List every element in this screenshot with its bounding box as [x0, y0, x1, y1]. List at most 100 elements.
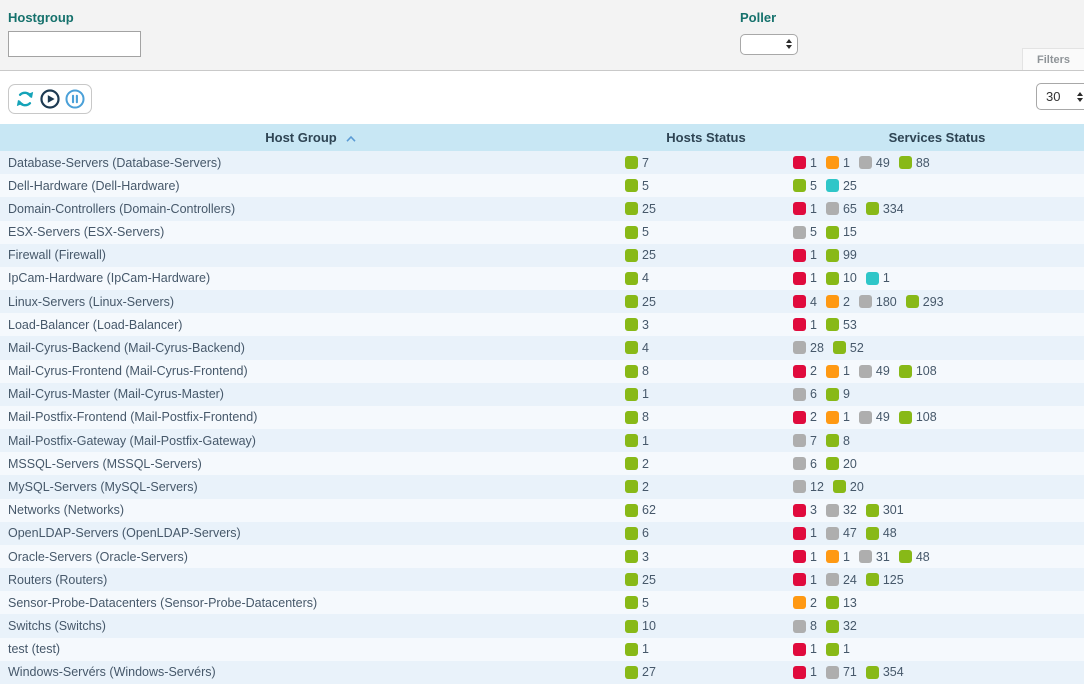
status-critical[interactable]: 1	[793, 642, 817, 656]
hostgroup-name[interactable]: Dell-Hardware (Dell-Hardware)	[0, 174, 622, 197]
status-ok[interactable]: 4	[625, 341, 649, 355]
status-ok[interactable]: 88	[899, 156, 930, 170]
status-ok[interactable]: 25	[625, 202, 656, 216]
poller-select[interactable]	[740, 34, 798, 55]
hostgroup-name[interactable]: Switchs (Switchs)	[0, 614, 622, 637]
hostgroup-name[interactable]: Mail-Postfix-Gateway (Mail-Postfix-Gatew…	[0, 429, 622, 452]
hostgroup-name[interactable]: Mail-Cyrus-Frontend (Mail-Cyrus-Frontend…	[0, 360, 622, 383]
status-critical[interactable]: 2	[793, 364, 817, 378]
status-ok[interactable]: 301	[866, 503, 904, 517]
status-critical[interactable]: 3	[793, 503, 817, 517]
status-ok[interactable]: 5	[625, 225, 649, 239]
status-ok[interactable]: 1	[625, 387, 649, 401]
status-ok[interactable]: 48	[899, 550, 930, 564]
play-icon[interactable]	[39, 88, 61, 110]
status-warning[interactable]: 2	[826, 295, 850, 309]
status-ok[interactable]: 1	[625, 642, 649, 656]
status-ok[interactable]: 10	[826, 271, 857, 285]
status-warning[interactable]: 1	[826, 410, 850, 424]
status-ok[interactable]: 334	[866, 202, 904, 216]
status-pending[interactable]: 25	[826, 179, 857, 193]
status-unknown[interactable]: 24	[826, 573, 857, 587]
hostgroup-input[interactable]	[8, 31, 141, 57]
status-ok[interactable]: 6	[625, 526, 649, 540]
status-unknown[interactable]: 6	[793, 387, 817, 401]
hostgroup-name[interactable]: ESX-Servers (ESX-Servers)	[0, 221, 622, 244]
status-ok[interactable]: 27	[625, 665, 656, 679]
status-ok[interactable]: 108	[899, 410, 937, 424]
status-ok[interactable]: 32	[826, 619, 857, 633]
status-ok[interactable]: 1	[625, 434, 649, 448]
filters-tab[interactable]: Filters	[1022, 48, 1084, 70]
status-unknown[interactable]: 31	[859, 550, 890, 564]
hostgroup-name[interactable]: Firewall (Firewall)	[0, 244, 622, 267]
status-ok[interactable]: 99	[826, 248, 857, 262]
status-unknown[interactable]: 49	[859, 364, 890, 378]
status-unknown[interactable]: 5	[793, 225, 817, 239]
status-critical[interactable]: 1	[793, 202, 817, 216]
refresh-icon[interactable]	[14, 88, 36, 110]
status-ok[interactable]: 5	[793, 179, 817, 193]
status-warning[interactable]: 1	[826, 550, 850, 564]
hostgroup-name[interactable]: MSSQL-Servers (MSSQL-Servers)	[0, 452, 622, 475]
status-unknown[interactable]: 7	[793, 434, 817, 448]
status-ok[interactable]: 108	[899, 364, 937, 378]
hostgroup-name[interactable]: MySQL-Servers (MySQL-Servers)	[0, 475, 622, 498]
status-ok[interactable]: 8	[625, 364, 649, 378]
status-ok[interactable]: 2	[625, 480, 649, 494]
hostgroup-name[interactable]: Oracle-Servers (Oracle-Servers)	[0, 545, 622, 568]
column-header-services-status[interactable]: Services Status	[790, 124, 1084, 151]
hostgroup-name[interactable]: Load-Balancer (Load-Balancer)	[0, 313, 622, 336]
status-ok[interactable]: 7	[625, 156, 649, 170]
status-ok[interactable]: 125	[866, 573, 904, 587]
status-warning[interactable]: 1	[826, 156, 850, 170]
hostgroup-name[interactable]: Linux-Servers (Linux-Servers)	[0, 290, 622, 313]
status-ok[interactable]: 53	[826, 318, 857, 332]
status-ok[interactable]: 25	[625, 248, 656, 262]
status-ok[interactable]: 48	[866, 526, 897, 540]
page-size-select[interactable]: 30	[1036, 83, 1084, 110]
status-unknown[interactable]: 180	[859, 295, 897, 309]
status-unknown[interactable]: 71	[826, 665, 857, 679]
hostgroup-name[interactable]: Mail-Cyrus-Master (Mail-Cyrus-Master)	[0, 383, 622, 406]
hostgroup-name[interactable]: Networks (Networks)	[0, 499, 622, 522]
status-warning[interactable]: 1	[826, 364, 850, 378]
status-ok[interactable]: 20	[826, 457, 857, 471]
hostgroup-name[interactable]: Mail-Cyrus-Backend (Mail-Cyrus-Backend)	[0, 336, 622, 359]
hostgroup-name[interactable]: Database-Servers (Database-Servers)	[0, 151, 622, 174]
hostgroup-name[interactable]: OpenLDAP-Servers (OpenLDAP-Servers)	[0, 522, 622, 545]
status-ok[interactable]: 8	[826, 434, 850, 448]
column-header-host-group[interactable]: Host Group	[0, 124, 622, 151]
hostgroup-name[interactable]: Sensor-Probe-Datacenters (Sensor-Probe-D…	[0, 591, 622, 614]
status-ok[interactable]: 1	[826, 642, 850, 656]
status-ok[interactable]: 293	[906, 295, 944, 309]
status-ok[interactable]: 15	[826, 225, 857, 239]
status-unknown[interactable]: 49	[859, 410, 890, 424]
column-header-hosts-status[interactable]: Hosts Status	[622, 124, 790, 151]
status-ok[interactable]: 4	[625, 271, 649, 285]
status-ok[interactable]: 3	[625, 318, 649, 332]
status-critical[interactable]: 1	[793, 248, 817, 262]
status-unknown[interactable]: 6	[793, 457, 817, 471]
status-ok[interactable]: 9	[826, 387, 850, 401]
status-critical[interactable]: 1	[793, 318, 817, 332]
status-ok[interactable]: 5	[625, 179, 649, 193]
hostgroup-name[interactable]: Mail-Postfix-Frontend (Mail-Postfix-Fron…	[0, 406, 622, 429]
status-ok[interactable]: 3	[625, 550, 649, 564]
status-unknown[interactable]: 47	[826, 526, 857, 540]
hostgroup-name[interactable]: Domain-Controllers (Domain-Controllers)	[0, 197, 622, 220]
status-ok[interactable]: 52	[833, 341, 864, 355]
status-critical[interactable]: 4	[793, 295, 817, 309]
status-ok[interactable]: 25	[625, 295, 656, 309]
hostgroup-name[interactable]: Routers (Routers)	[0, 568, 622, 591]
status-unknown[interactable]: 8	[793, 619, 817, 633]
status-critical[interactable]: 1	[793, 665, 817, 679]
status-critical[interactable]: 1	[793, 271, 817, 285]
status-ok[interactable]: 2	[625, 457, 649, 471]
status-critical[interactable]: 1	[793, 156, 817, 170]
status-critical[interactable]: 1	[793, 550, 817, 564]
status-ok[interactable]: 354	[866, 665, 904, 679]
status-ok[interactable]: 8	[625, 410, 649, 424]
hostgroup-name[interactable]: Windows-Servérs (Windows-Servérs)	[0, 661, 622, 684]
status-pending[interactable]: 1	[866, 271, 890, 285]
